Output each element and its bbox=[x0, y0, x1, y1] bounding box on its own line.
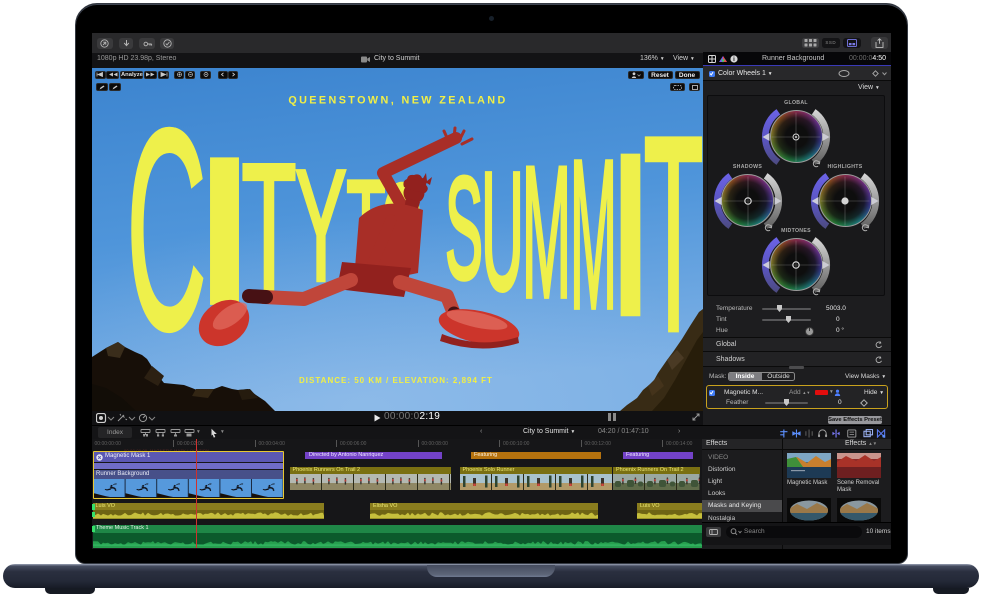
svg-text:QUEENSTOWN, NEW ZEALAND: QUEENSTOWN, NEW ZEALAND bbox=[288, 95, 507, 107]
svg-text:M: M bbox=[522, 128, 571, 337]
svg-text:U: U bbox=[481, 137, 524, 325]
svg-text:S: S bbox=[445, 148, 483, 310]
svg-text:C: C bbox=[127, 70, 207, 389]
svg-text:M: M bbox=[570, 116, 617, 352]
svg-text:I: I bbox=[614, 106, 648, 363]
svg-text:DISTANCE: 50 KM / ELEVATION: 2: DISTANCE: 50 KM / ELEVATION: 2,894 FT bbox=[299, 376, 493, 385]
